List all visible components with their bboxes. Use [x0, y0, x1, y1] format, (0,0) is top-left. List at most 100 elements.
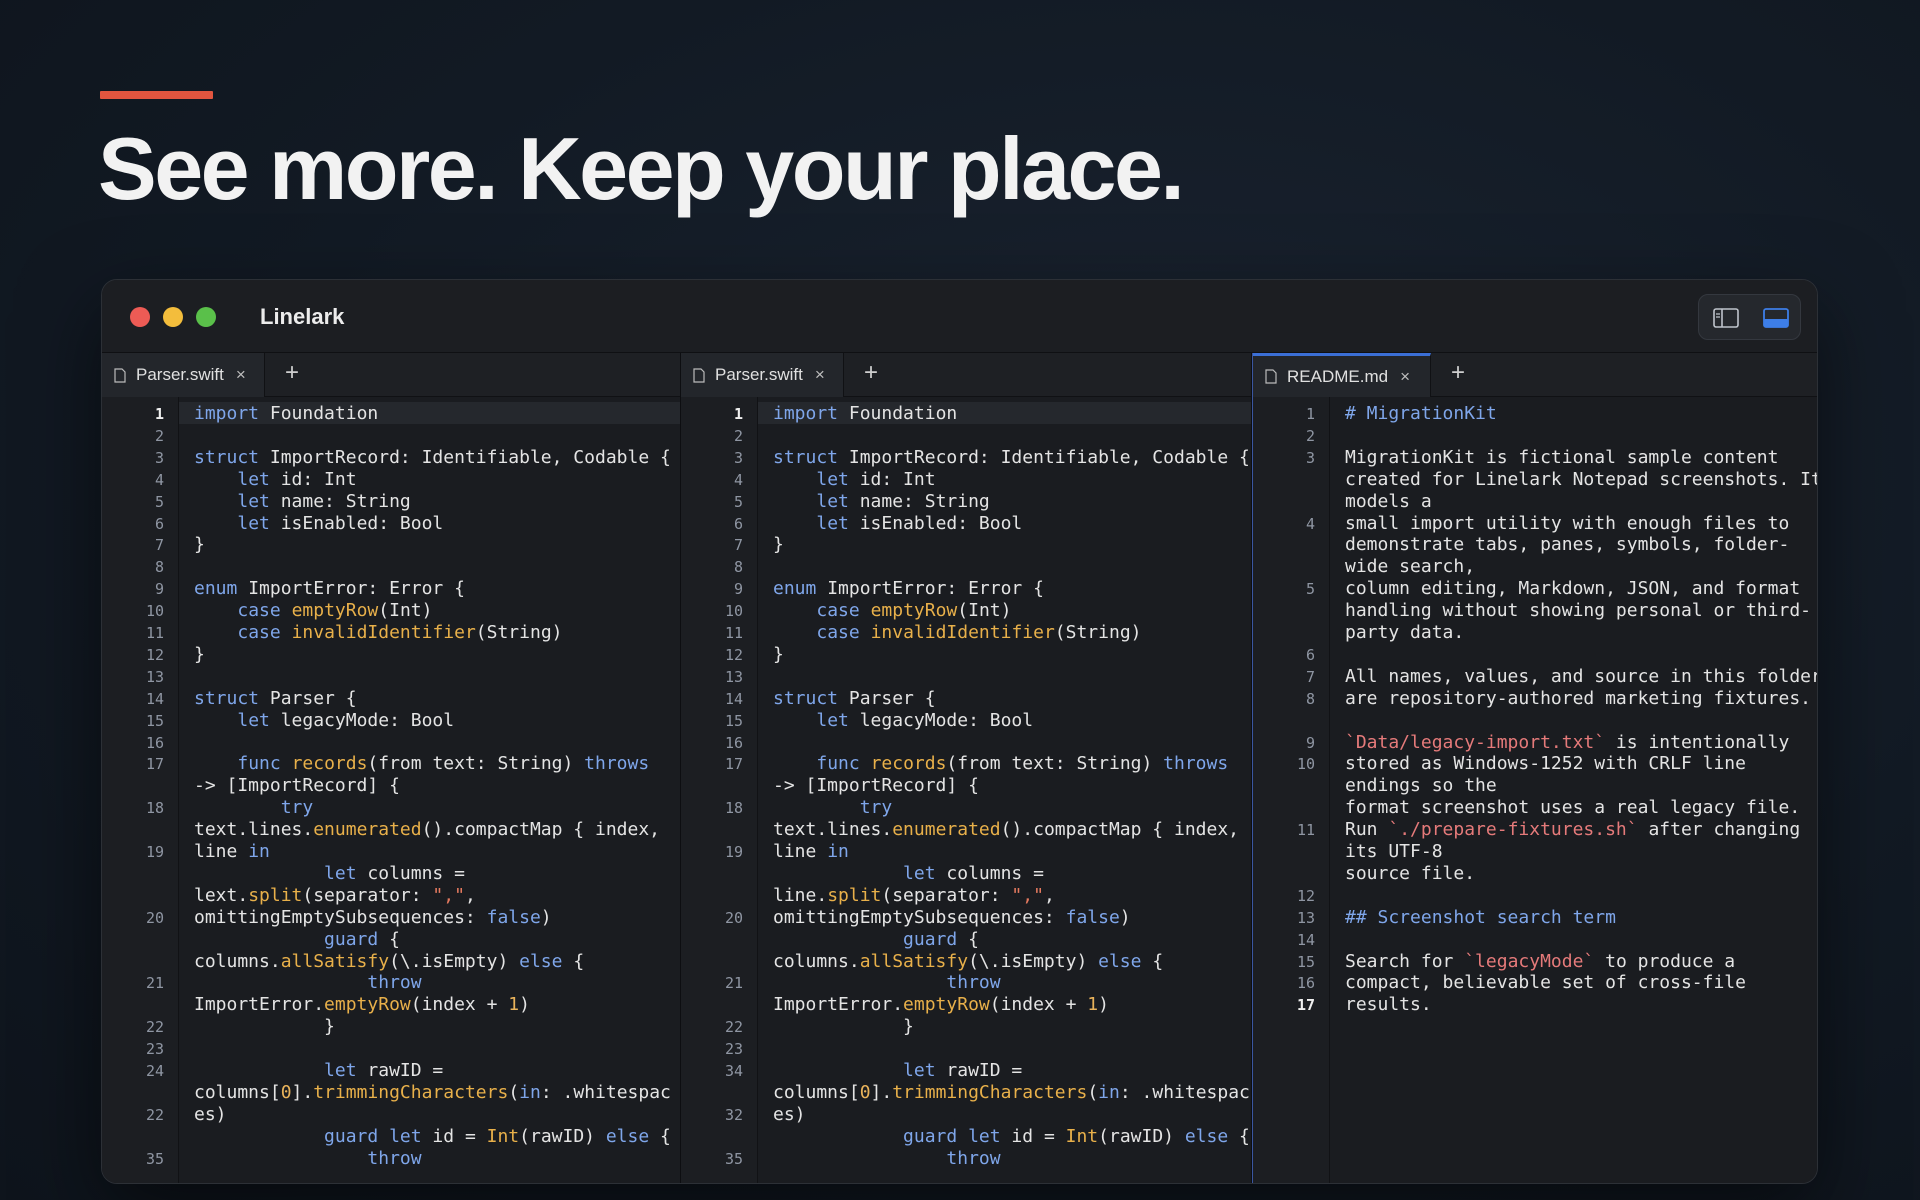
- minimize-window-button[interactable]: [163, 307, 183, 327]
- code-token: ,: [464, 884, 476, 906]
- code-token: ().compactMap { index,: [421, 819, 661, 841]
- code-token: : .whitespac: [540, 1081, 671, 1103]
- tab-parser-swift[interactable]: Parser.swift ×: [102, 353, 265, 397]
- line-number: 7: [1305, 667, 1315, 686]
- line-number: 5: [733, 492, 743, 511]
- code-token: es): [194, 1103, 227, 1125]
- bottom-panel-layout-button[interactable]: [1757, 303, 1793, 333]
- code-line: es): [773, 1104, 806, 1126]
- code-token: ",": [432, 884, 465, 906]
- line-number: 17: [1296, 996, 1315, 1015]
- code-line: throw: [773, 972, 1000, 994]
- file-icon: [114, 367, 126, 383]
- line-number: 32: [724, 1105, 743, 1124]
- code-token: line: [773, 841, 828, 862]
- code-token: (rawID): [1098, 1125, 1185, 1147]
- code-token: case: [816, 622, 860, 643]
- code-line: es): [194, 1104, 227, 1126]
- code-token: throw: [367, 1147, 422, 1169]
- close-window-button[interactable]: [130, 307, 150, 327]
- line-number: 14: [724, 689, 743, 708]
- code-line: -> [ImportRecord] {: [194, 775, 400, 797]
- code-line: }: [194, 534, 205, 556]
- code-token: 1: [1087, 994, 1099, 1016]
- accent-bar: [100, 91, 213, 99]
- tab-label: Parser.swift: [136, 365, 224, 384]
- code-token: }: [773, 534, 784, 556]
- tab-readme-md[interactable]: README.md ×: [1253, 353, 1431, 397]
- tab-close-icon[interactable]: ×: [236, 365, 246, 385]
- code-token: Foundation: [838, 403, 958, 424]
- code-token: enum: [194, 578, 238, 600]
- code-token: func: [237, 753, 281, 775]
- tab-close-icon[interactable]: ×: [1400, 367, 1410, 387]
- code-editor[interactable]: # MigrationKit MigrationKit is fictional …: [1330, 397, 1817, 1183]
- line-number: 5: [154, 492, 164, 511]
- code-line: ImportError.emptyRow(index + 1): [194, 994, 530, 1016]
- code-line: let rawID =: [194, 1060, 443, 1082]
- code-token: # MigrationKit: [1345, 403, 1497, 424]
- code-editor[interactable]: import Foundation struct ImportRecord: Id…: [758, 397, 1251, 1183]
- code-line: import Foundation: [194, 403, 378, 425]
- line-number: 22: [724, 1018, 743, 1037]
- line-number: 1: [733, 405, 743, 423]
- code-token: (rawID): [519, 1125, 606, 1147]
- code-line: All names, values, and source in this fo…: [1345, 666, 1817, 688]
- code-token: Search for: [1345, 950, 1465, 972]
- tab-close-icon[interactable]: ×: [815, 365, 825, 385]
- line-number: 13: [145, 667, 164, 686]
- code-token: ().compactMap { index,: [1000, 819, 1240, 841]
- code-line: let isEnabled: Bool: [773, 513, 1022, 535]
- line-number: 7: [154, 536, 164, 555]
- code-line: text.lines.enumerated().compactMap { ind…: [194, 819, 660, 841]
- code-line: -> [ImportRecord] {: [773, 775, 979, 797]
- file-icon: [1265, 369, 1277, 384]
- code-token: allSatisfy: [859, 950, 969, 972]
- tab-parser-swift[interactable]: Parser.swift ×: [681, 353, 844, 397]
- code-editor[interactable]: import Foundation struct ImportRecord: Id…: [179, 397, 680, 1183]
- add-tab-button[interactable]: +: [864, 361, 878, 385]
- code-line: ## Screenshot search term: [1345, 907, 1616, 929]
- code-token: let: [237, 512, 270, 534]
- code-token: Run: [1345, 819, 1389, 841]
- code-token: trimmingCharacters: [313, 1081, 509, 1103]
- code-token: wide search,: [1345, 556, 1476, 578]
- line-number: 2: [1305, 426, 1315, 445]
- code-token: `Data/legacy-import.txt`: [1345, 731, 1606, 753]
- line-number: 16: [1296, 974, 1315, 993]
- code-token: name: String: [269, 490, 411, 512]
- add-tab-button[interactable]: +: [1451, 361, 1465, 385]
- code-token: split: [248, 884, 303, 906]
- code-line: columns.allSatisfy(\.isEmpty) else {: [194, 951, 584, 973]
- zoom-window-button[interactable]: [196, 307, 216, 327]
- code-line: omittingEmptySubsequences: false): [773, 907, 1131, 929]
- code-line: guard {: [194, 929, 400, 951]
- code-token: enumerated: [892, 819, 1001, 841]
- line-number: 3: [1305, 448, 1315, 467]
- code-token: columns.: [773, 950, 860, 972]
- code-token: let: [389, 1125, 422, 1147]
- code-token: let: [324, 1060, 357, 1081]
- code-line: case emptyRow(Int): [194, 600, 432, 622]
- code-token: demonstrate tabs, panes, symbols, folder…: [1345, 534, 1790, 556]
- code-token: Parser {: [838, 687, 936, 709]
- add-tab-button[interactable]: +: [285, 361, 299, 385]
- code-token: text.lines.: [194, 819, 314, 841]
- code-line: let rawID =: [773, 1060, 1022, 1082]
- line-number: 10: [1296, 755, 1315, 774]
- sidebar-layout-button[interactable]: [1707, 303, 1743, 333]
- code-line: wide search,: [1345, 556, 1475, 578]
- code-token: id =: [1000, 1125, 1066, 1147]
- line-number: 11: [1296, 821, 1315, 840]
